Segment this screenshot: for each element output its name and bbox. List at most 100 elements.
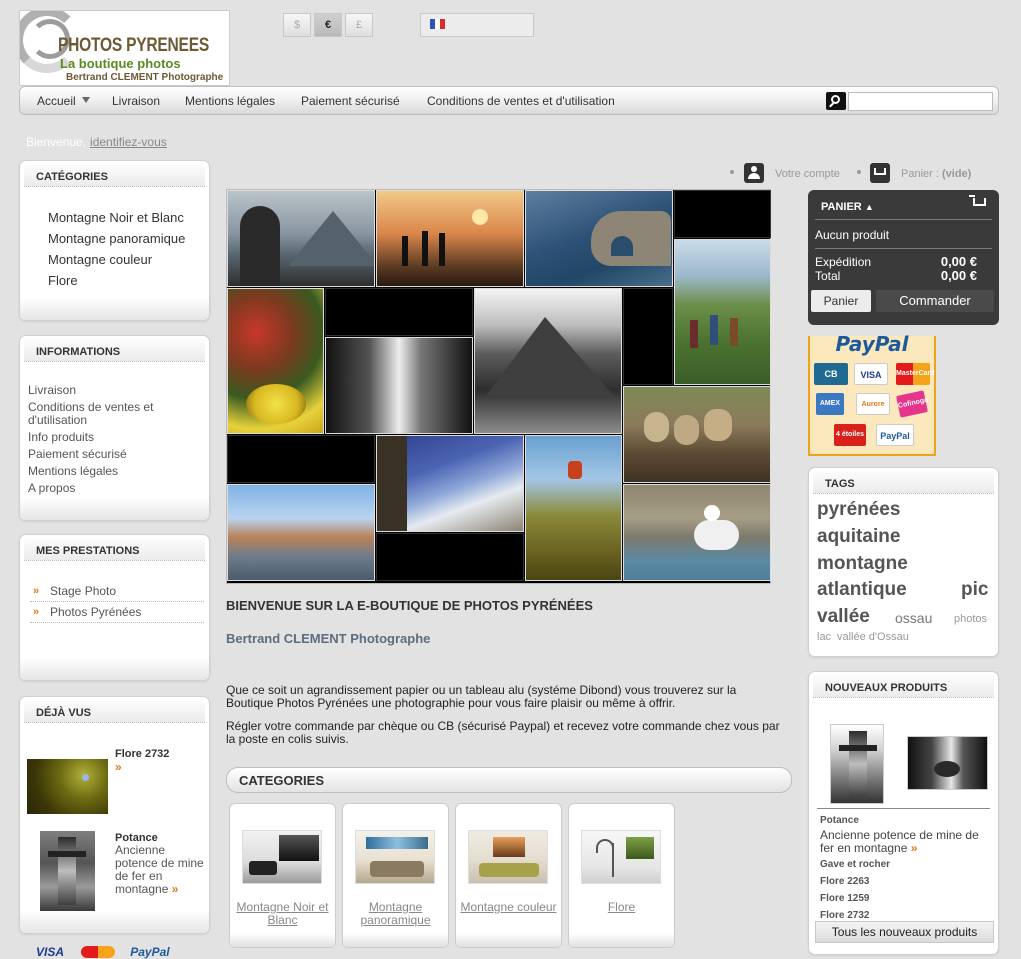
cb-card-icon: CB [814, 363, 848, 385]
nav-item-conditions[interactable]: Conditions de ventes et d'utilisation [427, 94, 615, 108]
language-selector[interactable] [420, 13, 534, 37]
currency-euro-button[interactable]: € [314, 13, 342, 37]
page-subtitle: Bertrand CLEMENT Photographe [226, 631, 431, 646]
tag-link[interactable]: pyrénées [817, 499, 900, 521]
new-product-title[interactable]: Potance [820, 815, 995, 826]
user-icon [744, 163, 764, 183]
paypal-logo: PayPal [835, 332, 909, 356]
tag-link[interactable]: pic [961, 579, 988, 601]
double-chevron-icon: » [33, 585, 39, 597]
paypal-card-icon: PayPal [876, 424, 914, 446]
category-card-label[interactable]: Montagne panoramique [345, 901, 446, 927]
viewed-thumb[interactable] [40, 831, 95, 911]
account-bar: Votre compte Panier : (vide) [730, 163, 990, 186]
nav-item-livraison[interactable]: Livraison [112, 94, 160, 108]
account-link[interactable]: Votre compte [775, 168, 840, 180]
nav-item-accueil[interactable]: Accueil [37, 94, 90, 108]
all-new-products-button[interactable]: Tous les nouveaux produits [815, 921, 994, 943]
logo-title: PHOTOS PYRENEES [58, 35, 210, 56]
viewed-box-title: DÉJÀ VUS [24, 697, 205, 723]
category-card-label[interactable]: Montagne Noir et Blanc [232, 901, 333, 927]
paypal-logo: PayPal [130, 945, 170, 959]
tag-link[interactable]: ossau [895, 610, 932, 626]
currency-pound-button[interactable]: £ [345, 13, 373, 37]
viewed-title[interactable]: Flore 2732 [115, 748, 205, 760]
nav-item-paiement[interactable]: Paiement sécurisé [301, 94, 400, 108]
category-card-label[interactable]: Flore [571, 901, 672, 914]
tag-link[interactable]: photos [954, 613, 987, 625]
tag-link[interactable]: vallée d'Ossau [837, 631, 909, 643]
mosaic-photo [525, 435, 622, 581]
cart-button[interactable]: Panier [811, 290, 871, 312]
category-card[interactable]: Montagne Noir et Blanc [229, 803, 336, 948]
new-product-title[interactable]: Gave et rocher [820, 859, 995, 870]
new-product-thumb[interactable] [907, 736, 988, 790]
intro-paragraph: Que ce soit un agrandissement papier ou … [226, 683, 737, 710]
double-chevron-icon[interactable]: » [172, 882, 179, 896]
new-product-title[interactable]: Flore 1259 [820, 893, 995, 904]
category-link[interactable]: Montagne panoramique [48, 232, 208, 246]
nav-item-mentions[interactable]: Mentions légales [185, 94, 275, 108]
mosaic-photo [474, 288, 622, 434]
info-link[interactable]: A propos [28, 482, 213, 495]
prestations-box-title: MES PRESTATIONS [24, 535, 205, 561]
info-link[interactable]: Paiement sécurisé [28, 448, 213, 461]
cart-empty-text: Aucun produit [815, 228, 890, 242]
new-product-title[interactable]: Flore 2732 [820, 910, 995, 921]
flag-fr-icon [430, 19, 445, 29]
mosaic-photo [525, 190, 673, 287]
category-link[interactable]: Montagne couleur [48, 253, 208, 267]
mosaic-photo [623, 386, 771, 483]
category-thumb [468, 830, 548, 884]
category-thumb [355, 830, 435, 884]
tag-link[interactable]: montagne [817, 553, 908, 575]
category-card-label[interactable]: Montagne couleur [458, 901, 559, 914]
shipping-value: 0,00 € [940, 254, 977, 269]
cart-link[interactable]: Panier : (vide) [901, 168, 971, 180]
info-link[interactable]: Mentions légales [28, 465, 213, 478]
mosaic-photo [623, 484, 771, 581]
tag-link[interactable]: lac [817, 631, 831, 643]
payment-paragraph: Régler votre commande par chèque ou CB (… [226, 719, 780, 746]
tag-link[interactable]: aquitaine [817, 526, 900, 548]
search-button[interactable] [826, 92, 846, 110]
logo-author: Bertrand CLEMENT Photographe [66, 72, 224, 83]
viewed-thumb[interactable] [27, 759, 108, 814]
category-card[interactable]: Montagne panoramique [342, 803, 449, 948]
new-product-thumb[interactable] [830, 724, 884, 804]
login-link[interactable]: identifiez-vous [90, 135, 167, 149]
category-link[interactable]: Montagne Noir et Blanc [48, 211, 208, 225]
presta-link[interactable]: » Stage Photo [30, 581, 204, 602]
category-link[interactable]: Flore [48, 274, 208, 288]
amex-card-icon: AMEX [816, 393, 844, 415]
cart-title[interactable]: PANIER ▲ [821, 201, 874, 213]
double-chevron-icon[interactable]: » [115, 760, 205, 774]
mosaic-photo [376, 190, 524, 287]
presta-link[interactable]: » Photos Pyrénées [30, 602, 204, 623]
search-input[interactable] [848, 92, 993, 111]
currency-dollar-button[interactable]: $ [283, 13, 311, 37]
4etoiles-card-icon: 4 étoiles [834, 424, 866, 446]
tag-link[interactable]: atlantique [817, 579, 907, 601]
footer-payment-logos: VISA PayPal [36, 945, 170, 959]
new-products-title: NOUVEAUX PRODUITS [813, 672, 994, 698]
info-link[interactable]: Info produits [28, 431, 213, 444]
total-label: Total [815, 269, 841, 283]
tag-link[interactable]: vallée [817, 606, 870, 628]
shop-logo[interactable]: PHOTOS PYRENEES La boutique photos Bertr… [19, 10, 230, 86]
category-card[interactable]: Montagne couleur [455, 803, 562, 948]
new-product-title[interactable]: Flore 2263 [820, 876, 995, 887]
category-card[interactable]: Flore [568, 803, 675, 948]
info-link[interactable]: Livraison [28, 384, 213, 397]
categories-box: CATÉGORIES Montagne Noir et Blanc Montag… [19, 160, 210, 321]
payment-methods-block: PayPal CB VISA MasterCard AMEX Aurore Co… [808, 332, 936, 456]
mosaic-photo [227, 484, 375, 581]
logo-tagline: La boutique photos [60, 56, 181, 71]
mosaic-photo [227, 190, 375, 287]
order-button[interactable]: Commander [876, 290, 994, 312]
category-thumb [581, 830, 661, 884]
mosaic-blank [623, 288, 673, 385]
double-chevron-icon[interactable]: » [911, 841, 918, 855]
photo-mosaic[interactable] [226, 189, 771, 584]
info-link[interactable]: Conditions de ventes et d'utilisation [28, 401, 213, 427]
